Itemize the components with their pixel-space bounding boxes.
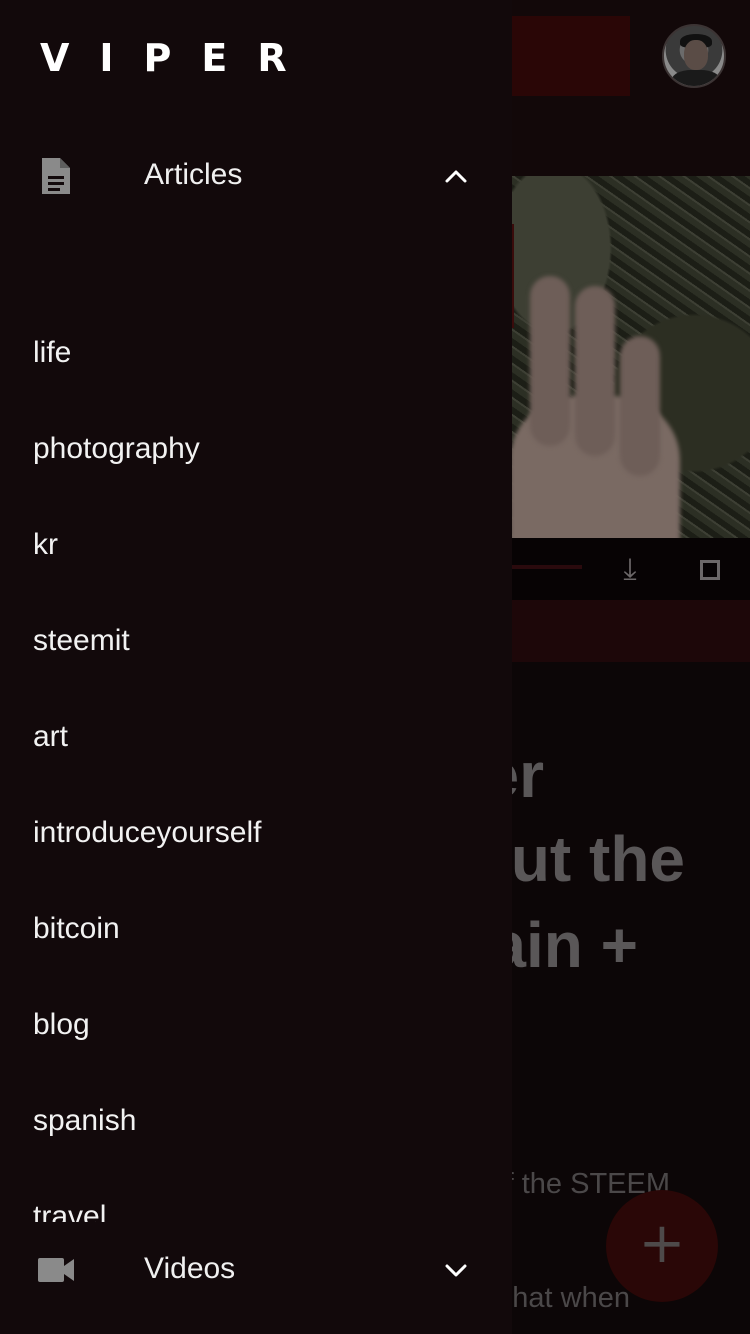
app-root: ⤓ er ut the ain + f the STEEM hat when +… xyxy=(0,0,750,1334)
tag-item-travel[interactable]: travel xyxy=(0,1170,512,1222)
avatar-face xyxy=(684,40,708,70)
download-icon[interactable]: ⤓ xyxy=(612,552,648,588)
chevron-up-icon[interactable] xyxy=(444,164,468,188)
fullscreen-icon[interactable] xyxy=(694,554,726,586)
tag-item-spanish[interactable]: spanish xyxy=(0,1074,512,1170)
avatar[interactable] xyxy=(662,24,726,88)
video-hand-image xyxy=(510,266,690,538)
background-band xyxy=(470,600,750,662)
app-logo[interactable]: VIPER xyxy=(40,36,317,80)
background-body-line: hat when xyxy=(512,1282,630,1314)
tag-item-steemit[interactable]: steemit xyxy=(0,594,512,690)
tag-item-blog[interactable]: blog xyxy=(0,978,512,1074)
articles-section-header[interactable]: Articles xyxy=(0,132,512,224)
tag-item-photography[interactable]: photography xyxy=(0,402,512,498)
videos-section-header[interactable]: Videos xyxy=(0,1226,512,1318)
video-camera-icon xyxy=(34,1248,78,1292)
article-tag-list: life photography kr steemit art introduc… xyxy=(0,306,512,1222)
tag-item-kr[interactable]: kr xyxy=(0,498,512,594)
add-post-button[interactable]: + xyxy=(606,1190,718,1302)
tag-item-introduceyourself[interactable]: introduceyourself xyxy=(0,786,512,882)
tag-item-bitcoin[interactable]: bitcoin xyxy=(0,882,512,978)
background-title-line: ain + xyxy=(490,909,638,981)
videos-section-label: Videos xyxy=(144,1252,236,1285)
tag-item-art[interactable]: art xyxy=(0,690,512,786)
chevron-down-icon[interactable] xyxy=(444,1258,468,1282)
navigation-drawer: VIPER Articles life photography kr steem… xyxy=(0,0,512,1334)
document-icon xyxy=(34,154,78,198)
background-title-line: ut the xyxy=(510,823,685,895)
articles-section-label: Articles xyxy=(144,158,243,191)
tag-item-life[interactable]: life xyxy=(0,306,512,402)
avatar-shirt xyxy=(672,70,720,86)
